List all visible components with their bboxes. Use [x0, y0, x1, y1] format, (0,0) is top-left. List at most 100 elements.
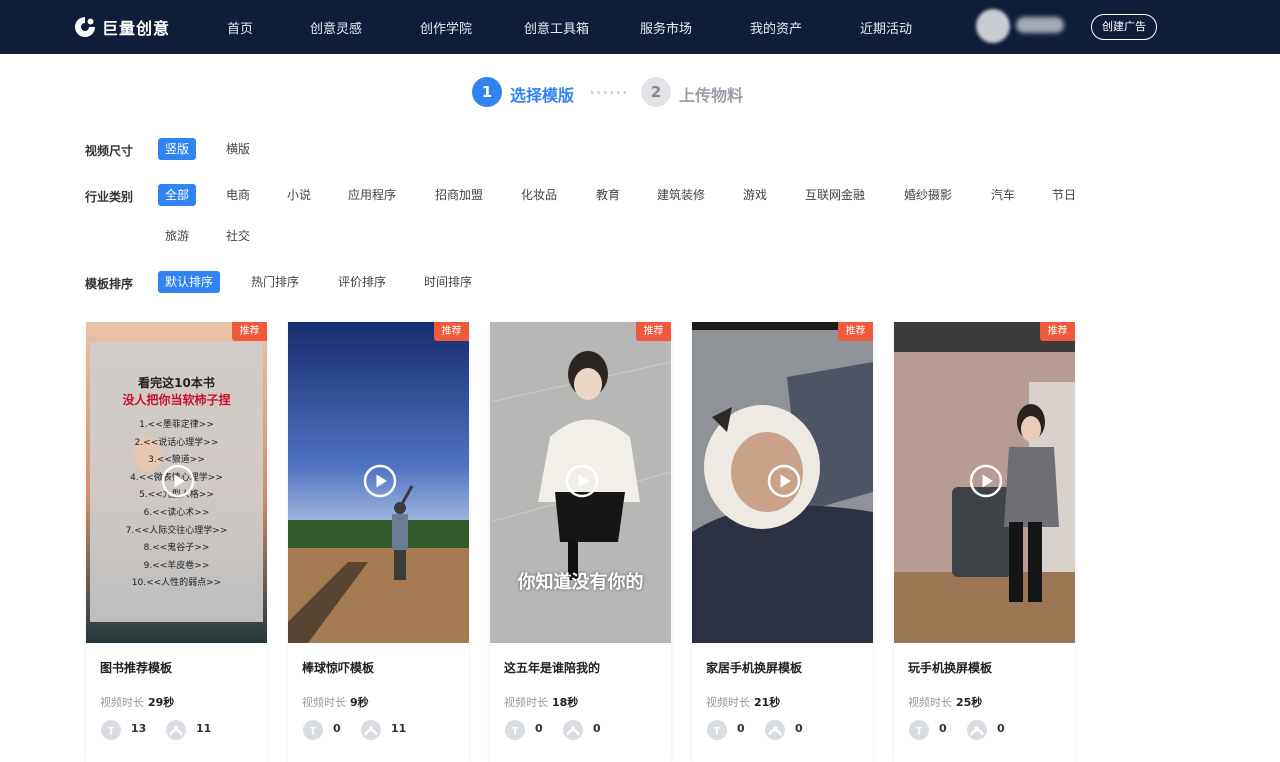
sort-option-rating[interactable]: 评价排序 — [338, 271, 386, 293]
template-title: 家居手机换屏模板 — [706, 661, 803, 675]
face-icon — [166, 720, 186, 740]
template-card[interactable]: 推荐 棒球惊吓模板 视频时长 9秒 T 0 11 — [288, 322, 469, 762]
template-title: 棒球惊吓模板 — [302, 661, 375, 675]
nav-item-home[interactable]: 首页 — [227, 18, 253, 37]
template-duration: 视频时长 9秒 — [302, 694, 369, 710]
book-list-item: 7.<<人际交往心理学>> — [125, 525, 228, 536]
nav-item-recent-events[interactable]: 近期活动 — [860, 18, 912, 37]
template-card[interactable]: 看完这10本书 没人把你当软柿子捏 1.<<墨菲定律>> 2.<<说话心理学>>… — [86, 322, 267, 762]
industry-option-games[interactable]: 游戏 — [743, 184, 767, 206]
template-thumbnail[interactable]: 推荐 — [692, 322, 873, 643]
text-count: 0 — [737, 722, 745, 735]
sort-option-default[interactable]: 默认排序 — [158, 271, 221, 293]
duration-label: 视频时长 — [504, 696, 548, 709]
play-icon[interactable] — [161, 464, 195, 498]
recommended-badge: 推荐 — [232, 322, 267, 341]
brand-logo[interactable]: 巨量创意 — [74, 13, 170, 41]
industry-option-wedding-photo[interactable]: 婚纱摄影 — [904, 184, 952, 206]
filter-label-industry: 行业类别 — [85, 190, 134, 204]
duration-value: 18秒 — [552, 696, 579, 709]
text-count: 0 — [535, 722, 543, 735]
industry-option-social[interactable]: 社交 — [226, 225, 250, 247]
industry-option-app[interactable]: 应用程序 — [348, 184, 396, 206]
text-t-icon: T — [707, 720, 727, 740]
text-t-icon: T — [303, 720, 323, 740]
industry-option-novel[interactable]: 小说 — [287, 184, 311, 206]
filter-label-sort: 模板排序 — [85, 277, 134, 291]
sort-option-time[interactable]: 时间排序 — [424, 271, 472, 293]
industry-option-festival[interactable]: 节日 — [1052, 184, 1076, 206]
svg-text:T: T — [714, 726, 721, 738]
svg-text:T: T — [916, 726, 923, 738]
template-thumbnail[interactable]: 看完这10本书 没人把你当软柿子捏 1.<<墨菲定律>> 2.<<说话心理学>>… — [86, 322, 267, 643]
step-number: 2 — [641, 77, 671, 107]
create-ad-button[interactable]: 创建广告 — [1091, 14, 1157, 40]
industry-option-ecommerce[interactable]: 电商 — [226, 184, 250, 206]
face-count: 11 — [196, 722, 212, 735]
svg-text:T: T — [512, 726, 519, 738]
duration-value: 21秒 — [754, 696, 781, 709]
template-thumbnail[interactable]: 你知道没有你的 推荐 — [490, 322, 671, 643]
play-icon[interactable] — [969, 464, 1003, 498]
duration-value: 25秒 — [956, 696, 983, 709]
preview-subheadline: 没人把你当软柿子捏 — [122, 393, 231, 407]
face-icon — [967, 720, 987, 740]
text-t-icon: T — [909, 720, 929, 740]
industry-option-fintech[interactable]: 互联网金融 — [805, 184, 865, 206]
text-count: 0 — [939, 722, 947, 735]
nav-item-service-market[interactable]: 服务市场 — [640, 18, 692, 37]
industry-option-auto[interactable]: 汽车 — [991, 184, 1015, 206]
recommended-badge: 推荐 — [636, 322, 671, 341]
recommended-badge: 推荐 — [838, 322, 873, 341]
top-navigation-bar: 巨量创意 首页 创意灵感 创作学院 创意工具箱 服务市场 我的资产 近期活动 创… — [0, 0, 1280, 54]
face-icon — [765, 720, 785, 740]
face-icon — [563, 720, 583, 740]
face-count: 11 — [391, 722, 407, 735]
duration-label: 视频时长 — [706, 696, 750, 709]
template-title: 玩手机换屏模板 — [908, 661, 993, 675]
text-t-icon: T — [505, 720, 525, 740]
play-icon[interactable] — [767, 464, 801, 498]
step-label: 选择模版 — [510, 86, 575, 105]
template-card[interactable]: 推荐 家居手机换屏模板 视频时长 21秒 T 0 0 — [692, 322, 873, 762]
size-option-horizontal[interactable]: 横版 — [226, 138, 250, 160]
industry-option-construction[interactable]: 建筑装修 — [657, 184, 705, 206]
industry-option-travel[interactable]: 旅游 — [165, 225, 189, 247]
play-icon[interactable] — [565, 464, 599, 498]
duration-value: 29秒 — [148, 696, 175, 709]
nav-item-my-assets[interactable]: 我的资产 — [750, 18, 802, 37]
sort-option-popular[interactable]: 热门排序 — [251, 271, 299, 293]
template-thumbnail[interactable]: 推荐 — [288, 322, 469, 643]
template-thumbnail[interactable]: 推荐 — [894, 322, 1075, 643]
book-list-item: 9.<<羊皮卷>> — [143, 560, 210, 571]
avatar — [976, 9, 1010, 43]
face-count: 0 — [795, 722, 803, 735]
industry-option-franchise[interactable]: 招商加盟 — [435, 184, 483, 206]
preview-caption: 你知道没有你的 — [517, 572, 644, 593]
industry-option-all[interactable]: 全部 — [158, 184, 197, 206]
industry-option-education[interactable]: 教育 — [596, 184, 620, 206]
book-list-item: 2.<<说话心理学>> — [134, 437, 219, 448]
template-duration: 视频时长 25秒 — [908, 694, 982, 710]
template-card[interactable]: 推荐 玩手机换屏模板 视频时长 25秒 T 0 0 — [894, 322, 1075, 762]
face-count: 0 — [997, 722, 1005, 735]
svg-text:T: T — [108, 726, 115, 738]
face-count: 0 — [593, 722, 601, 735]
duration-value: 9秒 — [350, 696, 369, 709]
nav-item-inspiration[interactable]: 创意灵感 — [310, 18, 362, 37]
step-indicator: 1 选择模版 2 上传物料 — [472, 77, 772, 109]
nav-item-academy[interactable]: 创作学院 — [420, 18, 472, 37]
play-icon[interactable] — [363, 464, 397, 498]
template-duration: 视频时长 29秒 — [100, 694, 174, 710]
size-option-vertical[interactable]: 竖版 — [158, 138, 197, 160]
user-menu[interactable] — [976, 9, 1071, 45]
template-card[interactable]: 你知道没有你的 推荐 这五年是谁陪我的 视频时长 18秒 T 0 0 — [490, 322, 671, 762]
nav-item-toolbox[interactable]: 创意工具箱 — [524, 18, 589, 37]
text-t-icon: T — [101, 720, 121, 740]
book-list-item: 10.<<人性的弱点>> — [131, 578, 222, 589]
template-duration: 视频时长 21秒 — [706, 694, 780, 710]
industry-option-cosmetics[interactable]: 化妆品 — [521, 184, 557, 206]
duration-label: 视频时长 — [302, 696, 346, 709]
brand-logo-icon — [75, 17, 95, 37]
book-list-item: 6.<<读心术>> — [143, 507, 210, 518]
